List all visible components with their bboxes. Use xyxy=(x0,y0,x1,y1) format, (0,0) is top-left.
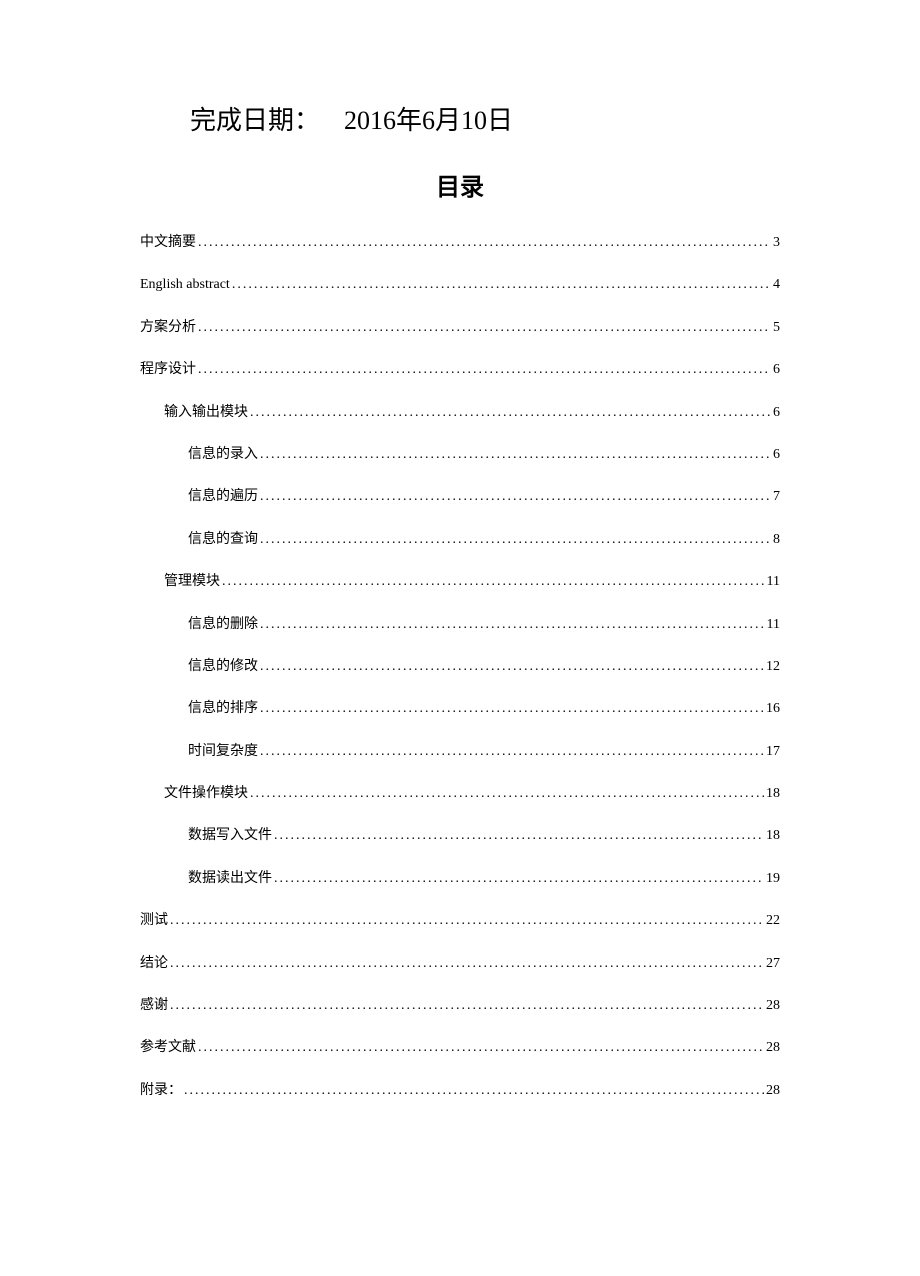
toc-entry-page: 4 xyxy=(773,274,780,296)
toc-entry[interactable]: 输入输出模块 6 xyxy=(164,402,780,424)
toc-dots xyxy=(232,274,771,296)
toc-dots xyxy=(198,1037,764,1059)
toc-dots xyxy=(170,995,764,1017)
toc-entry-page: 6 xyxy=(773,359,780,381)
toc-entry-page: 28 xyxy=(766,995,780,1017)
toc-entry-label: 参考文献 xyxy=(140,1037,196,1059)
toc-entry-page: 6 xyxy=(773,402,780,424)
toc-entry-page: 28 xyxy=(766,1037,780,1059)
toc-entry[interactable]: 文件操作模块 18 xyxy=(164,783,780,805)
toc-entry-label: 文件操作模块 xyxy=(164,783,248,805)
toc-entry[interactable]: 附录： 28 xyxy=(140,1080,780,1102)
toc-entry[interactable]: 信息的修改 12 xyxy=(188,656,780,678)
toc-entry-label: 信息的录入 xyxy=(188,444,258,466)
toc-dots xyxy=(198,232,771,254)
toc-dots xyxy=(260,444,771,466)
toc-dots xyxy=(198,359,771,381)
toc-entry-page: 27 xyxy=(766,953,780,975)
toc-entry-page: 19 xyxy=(766,868,780,890)
toc-entry-page: 7 xyxy=(773,486,780,508)
toc-entry-label: 附录： xyxy=(140,1080,182,1102)
toc-dots xyxy=(184,1080,764,1102)
toc-entry-page: 12 xyxy=(766,656,780,678)
toc-dots xyxy=(260,529,771,551)
toc-dots xyxy=(260,698,764,720)
toc-entry-page: 11 xyxy=(767,614,780,636)
toc-dots xyxy=(260,614,765,636)
toc-entry-label: 方案分析 xyxy=(140,317,196,339)
toc-entry-label: 数据写入文件 xyxy=(188,825,272,847)
toc-entry-page: 6 xyxy=(773,444,780,466)
table-of-contents: 中文摘要3English abstract4方案分析5程序设计6输入输出模块6信… xyxy=(140,232,780,1102)
toc-entry-label: 输入输出模块 xyxy=(164,402,248,424)
toc-title: 目录 xyxy=(140,167,780,202)
toc-dots xyxy=(274,825,764,847)
toc-entry-label: English abstract xyxy=(140,274,230,296)
toc-entry-label: 程序设计 xyxy=(140,359,196,381)
toc-entry-page: 28 xyxy=(766,1080,780,1102)
toc-entry-label: 数据读出文件 xyxy=(188,868,272,890)
toc-entry-page: 18 xyxy=(766,783,780,805)
toc-entry[interactable]: 方案分析 5 xyxy=(140,317,780,339)
toc-entry[interactable]: 信息的查询 8 xyxy=(188,529,780,551)
toc-dots xyxy=(222,571,765,593)
toc-entry[interactable]: 程序设计 6 xyxy=(140,359,780,381)
toc-entry-page: 5 xyxy=(773,317,780,339)
toc-entry[interactable]: 信息的删除 11 xyxy=(188,614,780,636)
toc-entry-label: 管理模块 xyxy=(164,571,220,593)
toc-dots xyxy=(250,402,771,424)
toc-entry[interactable]: 感谢 28 xyxy=(140,995,780,1017)
toc-entry-label: 中文摘要 xyxy=(140,232,196,254)
toc-entry-page: 16 xyxy=(766,698,780,720)
toc-entry-label: 信息的删除 xyxy=(188,614,258,636)
toc-dots xyxy=(198,317,771,339)
completion-date-label: 完成日期： xyxy=(190,106,320,135)
toc-entry-label: 信息的修改 xyxy=(188,656,258,678)
toc-entry-label: 时间复杂度 xyxy=(188,741,258,763)
toc-dots xyxy=(170,953,764,975)
toc-entry[interactable]: 测试 22 xyxy=(140,910,780,932)
toc-entry[interactable]: 时间复杂度 17 xyxy=(188,741,780,763)
toc-entry[interactable]: 管理模块 11 xyxy=(164,571,780,593)
toc-entry[interactable]: 结论 27 xyxy=(140,953,780,975)
toc-dots xyxy=(274,868,764,890)
completion-date-line: 完成日期： 2016年6月10日 xyxy=(190,100,780,137)
toc-entry[interactable]: 数据读出文件 19 xyxy=(188,868,780,890)
toc-entry-page: 17 xyxy=(766,741,780,763)
toc-dots xyxy=(260,741,764,763)
toc-entry-page: 8 xyxy=(773,529,780,551)
toc-dots xyxy=(170,910,764,932)
toc-entry-page: 22 xyxy=(766,910,780,932)
toc-entry-label: 测试 xyxy=(140,910,168,932)
toc-entry-page: 3 xyxy=(773,232,780,254)
toc-entry-label: 信息的排序 xyxy=(188,698,258,720)
toc-entry-label: 结论 xyxy=(140,953,168,975)
toc-entry[interactable]: 数据写入文件 18 xyxy=(188,825,780,847)
toc-entry[interactable]: 信息的遍历 7 xyxy=(188,486,780,508)
toc-entry[interactable]: 信息的排序 16 xyxy=(188,698,780,720)
toc-dots xyxy=(250,783,764,805)
toc-entry-label: 信息的遍历 xyxy=(188,486,258,508)
toc-entry[interactable]: English abstract 4 xyxy=(140,274,780,296)
toc-entry[interactable]: 中文摘要 3 xyxy=(140,232,780,254)
toc-entry-label: 信息的查询 xyxy=(188,529,258,551)
toc-entry[interactable]: 信息的录入 6 xyxy=(188,444,780,466)
toc-entry-label: 感谢 xyxy=(140,995,168,1017)
toc-entry-page: 18 xyxy=(766,825,780,847)
toc-entry[interactable]: 参考文献 28 xyxy=(140,1037,780,1059)
toc-dots xyxy=(260,656,764,678)
completion-date-value: 2016年6月10日 xyxy=(344,106,513,135)
toc-entry-page: 11 xyxy=(767,571,780,593)
toc-dots xyxy=(260,486,771,508)
